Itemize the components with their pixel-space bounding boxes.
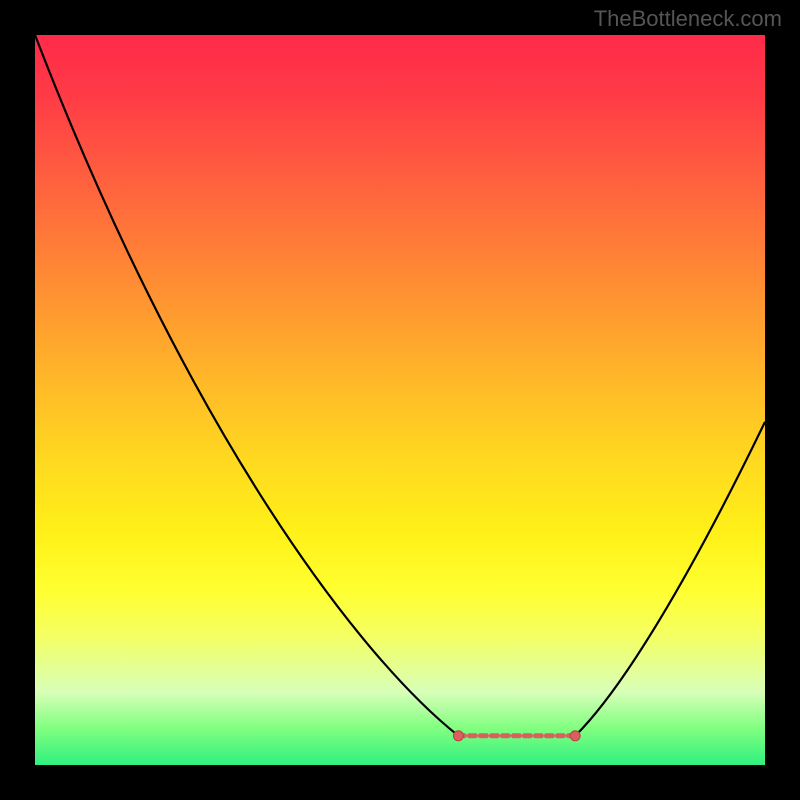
curve-left-slope bbox=[35, 35, 458, 736]
watermark-text: TheBottleneck.com bbox=[594, 6, 782, 32]
marker-left bbox=[453, 731, 463, 741]
curve-right-slope bbox=[575, 422, 765, 736]
chart-svg bbox=[35, 35, 765, 765]
chart-plot-area bbox=[35, 35, 765, 765]
marker-right bbox=[570, 731, 580, 741]
